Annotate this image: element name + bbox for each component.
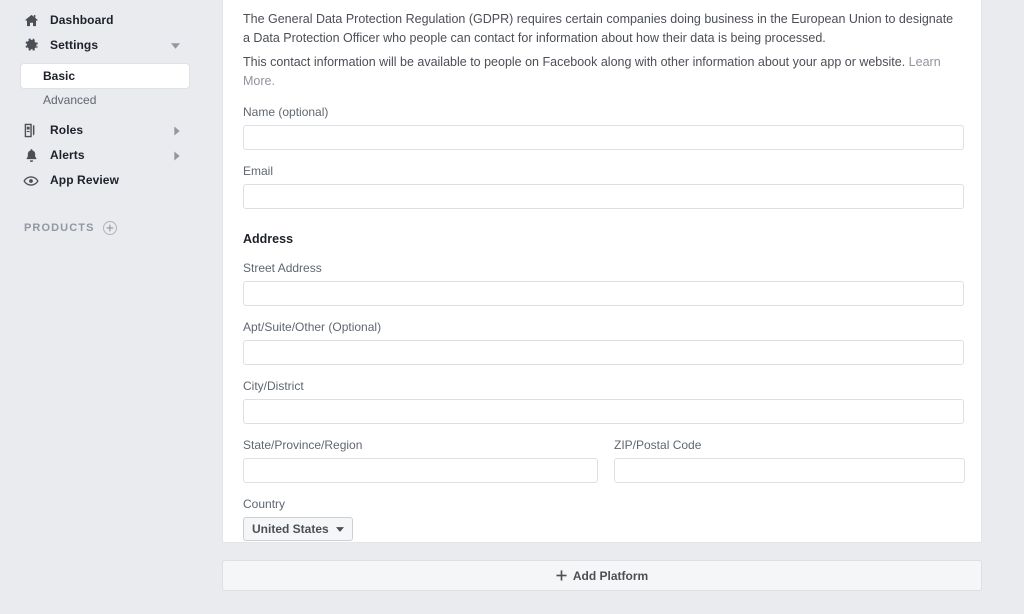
street-address-label: Street Address (243, 261, 961, 276)
chevron-right-icon[interactable] (174, 151, 180, 160)
city-label: City/District (243, 379, 961, 394)
app-root: Dashboard Settings Basic Advanced (0, 0, 1024, 614)
intro-paragraph-2: This contact information will be availab… (243, 53, 961, 91)
roles-icon (23, 123, 39, 139)
sidebar-item-label: Settings (50, 33, 98, 58)
intro-paragraph-2-text: This contact information will be availab… (243, 55, 909, 69)
chevron-right-icon[interactable] (174, 126, 180, 135)
field-name: Name (optional) (243, 105, 961, 150)
field-state: State/Province/Region (243, 438, 598, 483)
state-input[interactable] (243, 458, 598, 483)
intro-paragraph-1: The General Data Protection Regulation (… (243, 10, 961, 48)
field-apt-suite: Apt/Suite/Other (Optional) (243, 320, 961, 365)
products-label: PRODUCTS (24, 222, 95, 234)
state-zip-row: State/Province/Region ZIP/Postal Code (243, 438, 961, 483)
house-icon (23, 13, 39, 29)
sidebar-item-alerts[interactable]: Alerts (0, 143, 205, 168)
sidebar-item-basic[interactable]: Basic (21, 64, 189, 88)
field-country: Country United States (243, 497, 961, 541)
sidebar: Dashboard Settings Basic Advanced (0, 0, 205, 614)
email-label: Email (243, 164, 961, 179)
add-platform-label: Add Platform (573, 569, 648, 583)
bell-icon (23, 148, 39, 164)
street-address-input[interactable] (243, 281, 964, 306)
name-label: Name (optional) (243, 105, 961, 120)
intro-text-block: The General Data Protection Regulation (… (243, 0, 961, 91)
field-zip: ZIP/Postal Code (614, 438, 965, 483)
zip-input[interactable] (614, 458, 965, 483)
field-email: Email (243, 164, 961, 209)
email-input[interactable] (243, 184, 964, 209)
sidebar-item-app-review[interactable]: App Review (0, 168, 205, 193)
zip-label: ZIP/Postal Code (614, 438, 965, 453)
eye-icon (23, 173, 39, 189)
apt-suite-label: Apt/Suite/Other (Optional) (243, 320, 961, 335)
products-section-header: PRODUCTS (0, 217, 205, 239)
gdpr-settings-card: The General Data Protection Regulation (… (222, 0, 982, 543)
sidebar-item-advanced[interactable]: Advanced (21, 88, 189, 112)
sidebar-item-label: Roles (50, 118, 83, 143)
apt-suite-input[interactable] (243, 340, 964, 365)
sidebar-item-label: App Review (50, 168, 119, 193)
country-dropdown-value: United States (252, 522, 329, 536)
sidebar-item-label: Dashboard (50, 8, 114, 33)
field-city: City/District (243, 379, 961, 424)
field-street-address: Street Address (243, 261, 961, 306)
chevron-down-icon[interactable] (171, 43, 180, 49)
gear-icon (23, 38, 39, 54)
chevron-down-icon (336, 527, 344, 532)
plus-icon (556, 570, 567, 581)
city-input[interactable] (243, 399, 964, 424)
plus-circle-icon[interactable] (103, 221, 117, 235)
sidebar-item-roles[interactable]: Roles (0, 118, 205, 143)
sidebar-item-label: Alerts (50, 143, 85, 168)
country-dropdown[interactable]: United States (243, 517, 353, 541)
address-section-title: Address (243, 231, 961, 247)
add-platform-button[interactable]: Add Platform (222, 560, 982, 591)
country-label: Country (243, 497, 961, 512)
state-label: State/Province/Region (243, 438, 598, 453)
sidebar-subitem-label: Advanced (43, 88, 96, 112)
sidebar-subitem-label: Basic (43, 64, 75, 88)
sidebar-item-dashboard[interactable]: Dashboard (0, 8, 205, 33)
name-input[interactable] (243, 125, 964, 150)
sidebar-item-settings[interactable]: Settings (0, 33, 205, 58)
